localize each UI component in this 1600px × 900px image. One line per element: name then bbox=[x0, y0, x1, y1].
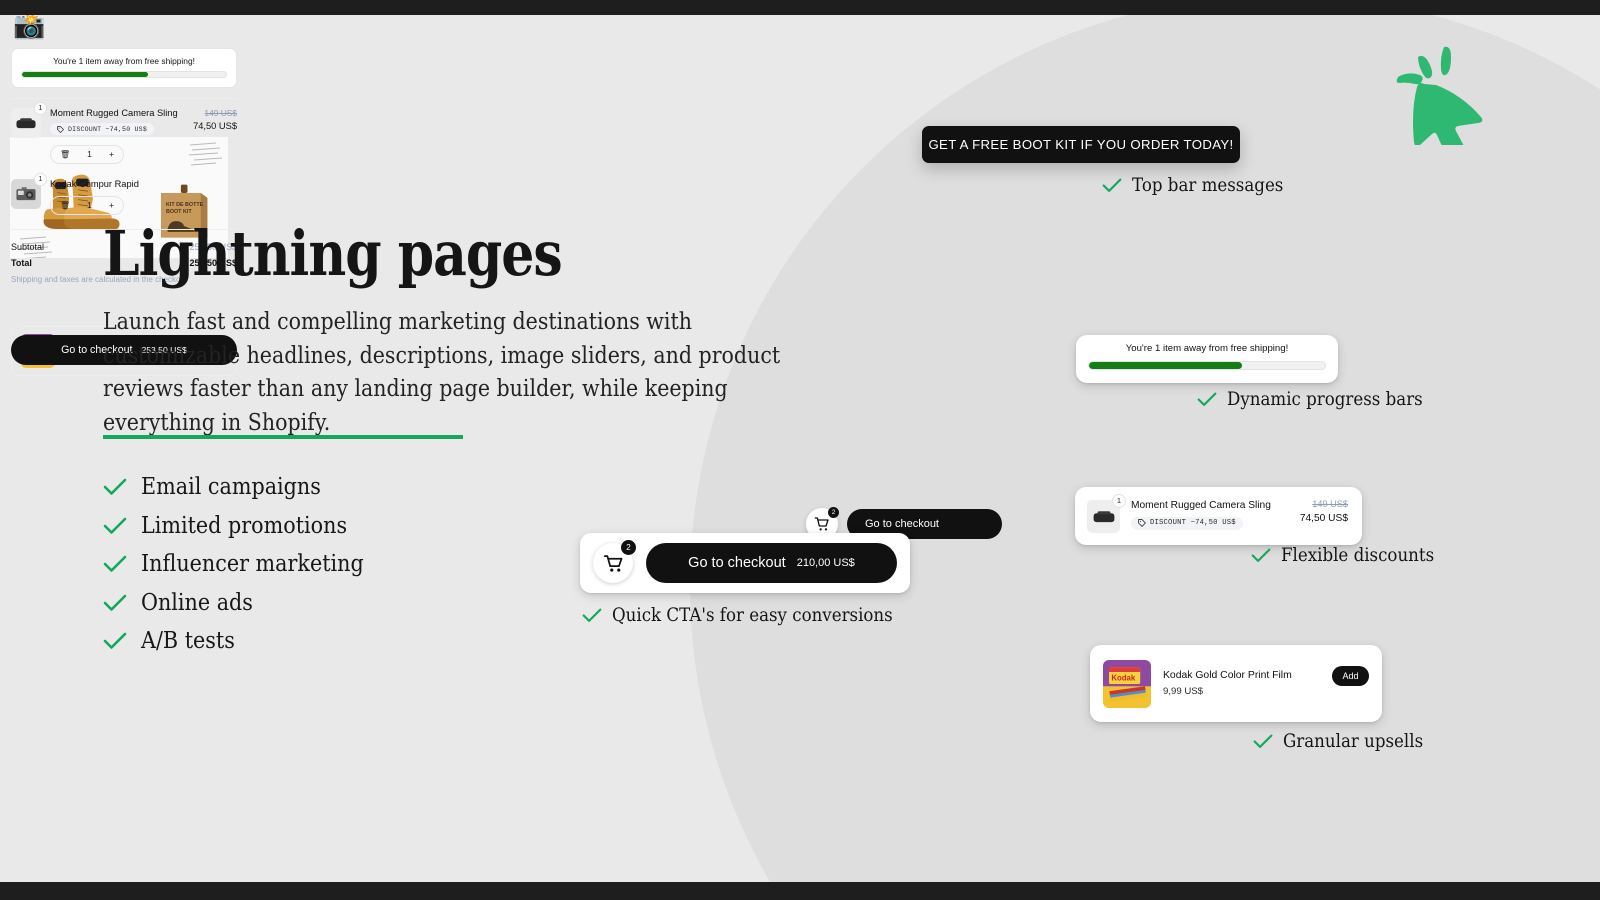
progress-bar-fill bbox=[1089, 362, 1242, 369]
sticky-checkout-label: Go to checkout bbox=[865, 518, 939, 530]
annotation-upsells: Granular upsells bbox=[1253, 731, 1439, 752]
list-item: Influencer marketing bbox=[103, 545, 388, 584]
annotation-discounts: Flexible discounts bbox=[1251, 545, 1451, 566]
cart-count-badge: 2 bbox=[621, 540, 636, 555]
discount-chip-label: DISCOUNT −74,50 US$ bbox=[1150, 519, 1236, 527]
list-item: Online ads bbox=[103, 584, 388, 623]
feature-list: Email campaigns Limited promotions Influ… bbox=[103, 468, 388, 661]
svg-text:Kodak: Kodak bbox=[1111, 673, 1135, 682]
list-item: Limited promotions bbox=[103, 507, 388, 546]
camera-sling-image bbox=[1092, 508, 1116, 525]
checkout-cta-callout: 2 Go to checkout 210,00 US$ bbox=[580, 533, 910, 593]
total-label: Total bbox=[11, 258, 32, 268]
annotation-label: Dynamic progress bars bbox=[1227, 389, 1423, 410]
discounted-price: 74,50 US$ bbox=[1300, 513, 1348, 524]
frame-top-bar bbox=[0, 0, 1600, 15]
upsell-callout-body: Kodak Gold Color Print Film 9,99 US$ bbox=[1163, 670, 1292, 697]
cursor-click-icon bbox=[1380, 45, 1485, 150]
feature-label: Influencer marketing bbox=[141, 551, 364, 577]
annotation-label: Top bar messages bbox=[1132, 175, 1283, 196]
upsell-callout-title: Kodak Gold Color Print Film bbox=[1163, 670, 1292, 681]
add-to-cart-button[interactable]: Add bbox=[1332, 666, 1369, 686]
check-icon bbox=[1102, 178, 1122, 193]
annotation-label: Granular upsells bbox=[1283, 731, 1423, 752]
callout-qty-badge: 1 bbox=[1112, 494, 1126, 508]
feature-label: Limited promotions bbox=[141, 513, 347, 539]
check-icon bbox=[1251, 548, 1271, 563]
progress-callout-message: You're 1 item away from free shipping! bbox=[1088, 343, 1326, 354]
list-item: A/B tests bbox=[103, 622, 388, 661]
check-icon bbox=[103, 594, 127, 612]
annotation-top-bar: Top bar messages bbox=[1102, 175, 1300, 196]
callout-thumb-wrap: 1 bbox=[1087, 500, 1120, 533]
discount-callout: 1 Moment Rugged Camera Sling DISCOUNT −7… bbox=[1075, 487, 1362, 545]
checkout-amount: 210,00 US$ bbox=[797, 557, 855, 569]
check-icon bbox=[1253, 734, 1273, 749]
check-icon bbox=[103, 632, 127, 650]
cart-icon bbox=[814, 516, 830, 532]
upsell-callout-price: 9,99 US$ bbox=[1163, 686, 1292, 697]
upsell-callout: Kodak Kodak Gold Color Print Film 9,99 U… bbox=[1090, 645, 1382, 722]
top-bar-message-callout[interactable]: GET A FREE BOOT KIT IF YOU ORDER TODAY! bbox=[922, 126, 1240, 163]
list-item: Email campaigns bbox=[103, 468, 388, 507]
check-icon bbox=[103, 478, 127, 496]
hero-text-block: Lightning pages Launch fast and compelli… bbox=[103, 222, 803, 440]
accent-divider bbox=[103, 435, 463, 439]
check-icon bbox=[103, 555, 127, 573]
cart-count-badge: 2 bbox=[828, 507, 839, 518]
tag-icon bbox=[1138, 519, 1146, 527]
feature-label: A/B tests bbox=[141, 628, 235, 654]
upsell-thumbnail: Kodak bbox=[1103, 660, 1151, 708]
checkout-button[interactable]: Go to checkout 210,00 US$ bbox=[646, 543, 897, 583]
discount-callout-title: Moment Rugged Camera Sling bbox=[1131, 500, 1271, 511]
hero-subhead: Launch fast and compelling marketing des… bbox=[103, 305, 794, 439]
cart-icon bbox=[603, 553, 624, 574]
check-icon bbox=[1197, 392, 1217, 407]
feature-label: Email campaigns bbox=[141, 474, 321, 500]
frame-bottom-bar bbox=[0, 882, 1600, 900]
annotation-label: Flexible discounts bbox=[1281, 545, 1434, 566]
progress-bar-callout: You're 1 item away from free shipping! bbox=[1076, 335, 1338, 383]
discount-callout-prices: 149 US$ 74,50 US$ bbox=[1300, 499, 1348, 524]
discount-chip: DISCOUNT −74,50 US$ bbox=[1131, 517, 1243, 530]
cart-icon-button[interactable]: 2 bbox=[593, 543, 633, 583]
annotation-cta: Quick CTA's for easy conversions bbox=[582, 605, 924, 626]
discount-callout-body: Moment Rugged Camera Sling DISCOUNT −74,… bbox=[1131, 500, 1271, 533]
checkout-label: Go to checkout bbox=[688, 555, 786, 571]
feature-label: Online ads bbox=[141, 590, 253, 616]
page-title: Lightning pages bbox=[103, 222, 691, 285]
annotation-label: Quick CTA's for easy conversions bbox=[612, 605, 893, 626]
compare-at-price: 149 US$ bbox=[1300, 499, 1348, 509]
kodak-film-image: Kodak bbox=[1103, 660, 1151, 708]
check-icon bbox=[582, 608, 602, 623]
check-icon bbox=[103, 517, 127, 535]
annotation-progress: Dynamic progress bars bbox=[1197, 389, 1444, 410]
progress-bar-track bbox=[1088, 361, 1326, 370]
